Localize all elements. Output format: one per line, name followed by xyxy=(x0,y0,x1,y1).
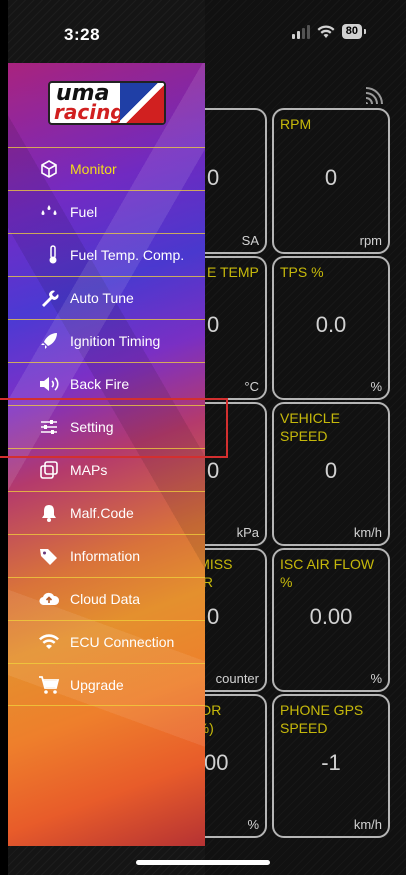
menu-item-label: Ignition Timing xyxy=(70,333,161,349)
tile-value: 0 xyxy=(207,458,220,484)
tile-value: 0.00 xyxy=(309,604,353,630)
status-time: 3:28 xyxy=(64,25,101,44)
tile-unit: % xyxy=(370,379,382,394)
tile-value: 00 xyxy=(204,750,229,776)
tile-title: PHONE GPS SPEED xyxy=(280,702,364,736)
status-bar: 3:28 80 xyxy=(0,0,406,60)
tile-unit: % xyxy=(370,671,382,686)
menu-item-label: Monitor xyxy=(70,161,117,177)
menu-item-label: Fuel xyxy=(70,204,98,220)
tile-unit: km/h xyxy=(353,525,382,540)
menu-item-ecu-connection[interactable]: ECU Connection xyxy=(8,620,205,663)
tile-title: ISC AIR FLOW % xyxy=(280,556,375,590)
speaker-icon xyxy=(38,373,60,395)
cast-icon[interactable] xyxy=(364,84,386,104)
tile-unit: °C xyxy=(244,379,259,394)
tile-unit: rpm xyxy=(359,233,382,248)
wrench-icon xyxy=(38,287,60,309)
menu-item-auto-tune[interactable]: Auto Tune xyxy=(8,276,205,319)
menu-item-label: Cloud Data xyxy=(70,591,141,607)
tile-value: 0.0 xyxy=(315,312,347,338)
menu-item-label: Back Fire xyxy=(70,376,130,392)
tile-value: 0 xyxy=(324,165,338,191)
status-icons: 80 xyxy=(291,24,366,39)
menu-item-upgrade[interactable]: Upgrade xyxy=(8,663,205,706)
menu-item-label: ECU Connection xyxy=(70,634,175,650)
wifi-status-icon xyxy=(317,24,335,38)
menu-item-ignition-timing[interactable]: Ignition Timing xyxy=(8,319,205,362)
menu-item-malf-code[interactable]: Malf.Code xyxy=(8,491,205,534)
logo-line2: racing xyxy=(54,100,125,124)
tag-icon xyxy=(38,545,60,567)
tile-vehicle-speed[interactable]: VEHICLE SPEED 0 km/h xyxy=(272,402,390,546)
signal-icon xyxy=(291,24,310,39)
cloud-upload-icon xyxy=(38,588,60,610)
battery-tip xyxy=(364,29,366,34)
fuel-drops-icon xyxy=(38,201,60,223)
menu-item-label: Malf.Code xyxy=(70,505,134,521)
wifi-icon xyxy=(38,631,60,653)
tile-value: 0 xyxy=(207,604,220,630)
tile-unit: kPa xyxy=(236,525,259,540)
tile-value: 0 xyxy=(324,458,338,484)
uma-racing-logo: uma racing xyxy=(48,81,166,125)
menu-item-fuel-temp-comp[interactable]: Fuel Temp. Comp. xyxy=(8,233,205,276)
tile-value: -1 xyxy=(321,750,341,776)
menu-item-label: MAPs xyxy=(70,462,108,478)
logo-flag xyxy=(120,83,164,123)
tile-title: TPS % xyxy=(280,264,324,280)
setting-highlight-box xyxy=(0,398,228,458)
tile-tps[interactable]: TPS % 0.0 % xyxy=(272,256,390,400)
menu-item-fuel[interactable]: Fuel xyxy=(8,190,205,233)
tile-unit: SA xyxy=(241,233,259,248)
tile-unit: km/h xyxy=(353,817,382,832)
menu-item-label: Information xyxy=(70,548,141,564)
tile-isc-air-flow[interactable]: ISC AIR FLOW % 0.00 % xyxy=(272,548,390,692)
map-copy-icon xyxy=(38,459,60,481)
menu-item-information[interactable]: Information xyxy=(8,534,205,577)
tile-phone-gps-speed[interactable]: PHONE GPS SPEED -1 km/h xyxy=(272,694,390,838)
battery-indicator: 80 xyxy=(341,24,362,39)
cart-icon xyxy=(38,674,60,696)
menu-item-label: Fuel Temp. Comp. xyxy=(70,247,185,263)
thermometer-icon xyxy=(42,244,64,266)
menu-item-label: Auto Tune xyxy=(70,290,134,306)
cube-icon xyxy=(38,158,60,180)
tile-title: E TEMP xyxy=(207,264,259,280)
tile-unit: counter xyxy=(215,671,259,686)
tile-title: VEHICLE SPEED xyxy=(280,410,340,444)
tile-value: 0 xyxy=(207,165,220,191)
tile-unit: % xyxy=(247,817,259,832)
menu-item-monitor[interactable]: Monitor xyxy=(8,147,205,190)
tile-rpm[interactable]: RPM 0 rpm xyxy=(272,108,390,254)
rocket-icon xyxy=(38,330,60,352)
tile-title: RPM xyxy=(280,116,312,132)
menu-item-cloud-data[interactable]: Cloud Data xyxy=(8,577,205,620)
menu-item-label: Upgrade xyxy=(70,676,124,693)
home-indicator xyxy=(136,860,270,865)
tile-value: 0 xyxy=(207,312,220,338)
bell-icon xyxy=(38,502,60,524)
